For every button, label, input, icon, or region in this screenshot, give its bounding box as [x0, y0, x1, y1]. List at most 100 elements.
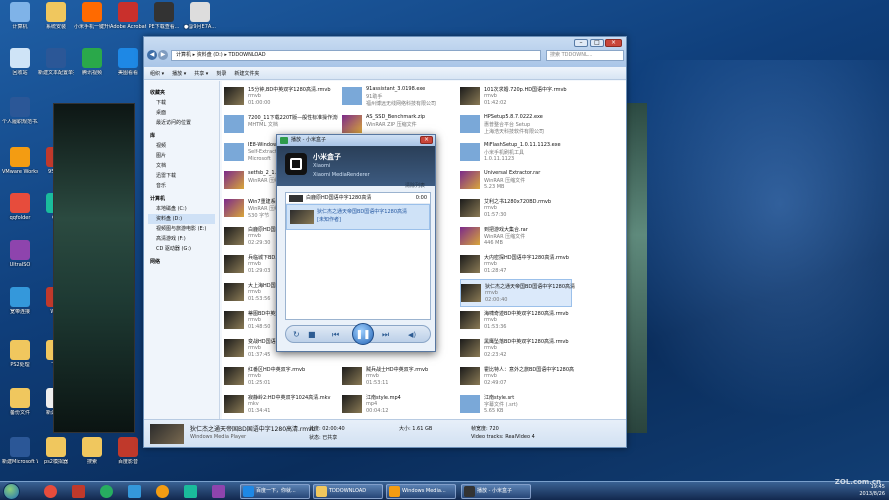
desktop-icon[interactable]: 新建Microsoft Word: [2, 437, 38, 465]
forward-button[interactable]: ▶: [158, 50, 168, 60]
desktop-icon[interactable]: 百度影音: [110, 437, 146, 465]
close-button[interactable]: ×: [605, 39, 622, 47]
nav-item[interactable]: 桌面: [148, 108, 215, 118]
file-item[interactable]: 贼兵战士HD中英双字.rmvb rmvb 01:53:11: [342, 363, 454, 391]
address-segment-drive[interactable]: 资料盘 (D:): [197, 52, 223, 58]
nav-group-header[interactable]: 计算机: [148, 194, 215, 204]
task-app-icon: [464, 486, 475, 497]
search-input[interactable]: 搜索 TDDOWNL...: [546, 50, 624, 61]
desktop-icon[interactable]: Adobe Acrobat...: [110, 2, 146, 30]
desktop-icon[interactable]: 宽带连接: [2, 287, 38, 315]
minimize-button[interactable]: –: [574, 39, 588, 47]
desktop-icon[interactable]: UltraISO: [2, 240, 38, 268]
address-segment-computer[interactable]: 计算机: [176, 52, 191, 58]
stop-icon[interactable]: ■: [308, 330, 316, 340]
media-player-icon[interactable]: [156, 485, 169, 498]
nav-item[interactable]: 视频图与旅游电影 (E:): [148, 224, 215, 234]
nav-item[interactable]: 文档: [148, 161, 215, 171]
taskbar-task[interactable]: Windows Media...: [386, 484, 456, 499]
app-icon[interactable]: [212, 485, 225, 498]
taskbar-task[interactable]: 百度一下，你就...: [240, 484, 310, 499]
nav-item[interactable]: 音乐: [148, 181, 215, 191]
nav-item[interactable]: 迅雷下载: [148, 171, 215, 181]
nav-item[interactable]: CD 驱动器 (G:): [148, 244, 215, 254]
file-item[interactable]: 霍比特人：意外之旅BD国语中字1280高清无水印.rmvbrmvb02:49:0…: [460, 363, 574, 391]
nav-item[interactable]: 本地磁盘 (C:): [148, 204, 215, 214]
system-clock[interactable]: 19:45 2013/8/26: [859, 484, 885, 498]
file-item[interactable]: 101次求婚.720p.HD国语中字.rmvb rmvb 01:42:02: [460, 83, 572, 111]
nav-item[interactable]: 视频: [148, 141, 215, 151]
desktop-icon-label: ●@9月E7A...: [184, 24, 216, 30]
explorer-icon[interactable]: [128, 485, 141, 498]
ie-icon[interactable]: [100, 485, 113, 498]
file-item[interactable]: 寂静岭2:HD中英双字1024高清.mkv mkv 01:34:41: [224, 391, 336, 419]
nav-group-header[interactable]: 库: [148, 131, 215, 141]
desktop-icon[interactable]: 个人履职规范书.doc: [2, 97, 38, 125]
file-item[interactable]: 江南style.mp4 mp4 00:04:12: [342, 391, 454, 419]
desktop-icon[interactable]: PS2处理: [2, 340, 38, 368]
taskbar-task[interactable]: 播放 - 小米盒子: [461, 484, 531, 499]
file-item[interactable]: 红番区HD中英双字.rmvb rmvb 01:25:01: [224, 363, 336, 391]
nav-group-header[interactable]: 收藏夹: [148, 88, 215, 98]
address-bar[interactable]: 计算机 ▸ 资料盘 (D:) ▸ TDDOWNLOAD: [171, 50, 541, 61]
file-item[interactable]: 艾利之书1280x720BD.rmvb rmvb 01:57:30: [460, 195, 572, 223]
desktop-icon[interactable]: VMware Workstation: [2, 147, 38, 175]
media-player-window[interactable]: [53, 103, 135, 433]
desktop-icon[interactable]: 备份文件: [2, 388, 38, 416]
nav-item[interactable]: 高清游戏 (F:): [148, 234, 215, 244]
playlist-item[interactable]: 白鹿原HD国语中字1280高清 0:00: [286, 193, 430, 204]
next-icon[interactable]: ⏭: [382, 330, 389, 340]
desktop-icon[interactable]: 回收站: [2, 48, 38, 76]
organize-button[interactable]: 组织 ▾: [150, 70, 164, 77]
file-item[interactable]: MiFlashSetup_1.0.11.1123.exe 小米手机刷机工具 1.0.…: [460, 139, 572, 167]
file-item[interactable]: 黑鹰坠落BD中英双字1280高清.rmvb rmvb 02:23:42: [460, 335, 572, 363]
taskbar-task[interactable]: TDDOWNLOAD: [313, 484, 383, 499]
playlist-item-title: 狄仁杰之通天帝国BD国语中字1280高清: [317, 209, 408, 215]
nav-group-header[interactable]: 网络: [148, 257, 215, 267]
desktop-icon[interactable]: qqfolder: [2, 193, 38, 221]
desktop-icon-label: 备份文件: [9, 410, 30, 416]
repeat-icon[interactable]: ↻: [293, 330, 300, 340]
new-folder-button[interactable]: 新建文件夹: [234, 70, 259, 77]
file-item[interactable]: Universal Extractor.rar WinRAR 压缩文件 5.23 M…: [460, 167, 572, 195]
desktop-icon[interactable]: 计算机: [2, 2, 38, 30]
desktop-icon[interactable]: 美图看看: [110, 48, 146, 76]
start-button[interactable]: [3, 483, 20, 500]
browser-icon[interactable]: [72, 485, 85, 498]
app-icon[interactable]: [184, 485, 197, 498]
qq-icon[interactable]: [44, 485, 57, 498]
file-item[interactable]: 江南style.srt 字幕文件 (.srt) 5.65 KB: [460, 391, 572, 419]
desktop-icon[interactable]: ps2模拟器: [38, 437, 74, 465]
nav-item[interactable]: 下载: [148, 98, 215, 108]
nav-item[interactable]: 最近访问的位置: [148, 118, 215, 128]
desktop-icon[interactable]: 小米手机一键升级: [74, 2, 110, 30]
file-item[interactable]: 海啸奇迹BD中英双字1280高清.rmvb rmvb 01:53:36: [460, 307, 572, 335]
file-item[interactable]: 15分钟,BD中英双字1280高清.rmvb rmvb 01:00:00: [224, 83, 336, 111]
file-item[interactable]: 狄仁杰之通天帝国BD国语中字1280高清.rmvbrmvb02:00:40: [460, 279, 575, 307]
desktop-icon[interactable]: 腾讯视频: [74, 48, 110, 76]
share-button[interactable]: 共享 ▾: [194, 70, 208, 77]
desktop-icon[interactable]: ●@9月E7A...: [182, 2, 218, 30]
playlist-item-selected[interactable]: 狄仁杰之通天帝国BD国语中字1280高清 [未知作者]: [286, 204, 430, 230]
desktop-icon-label: 计算机: [12, 24, 28, 30]
desktop-icon[interactable]: 搜索: [74, 437, 110, 465]
volume-icon[interactable]: ◀): [408, 330, 416, 340]
nav-item[interactable]: 图片: [148, 151, 215, 161]
play-button[interactable]: 播放 ▾: [172, 70, 186, 77]
burn-button[interactable]: 刻录: [216, 70, 226, 77]
file-item[interactable]: 91assistant_3.0198.exe 91助手 福州博远无线网络科技有限公司: [342, 83, 454, 111]
back-button[interactable]: ◀: [147, 50, 157, 60]
maximize-button[interactable]: □: [590, 39, 604, 47]
previous-icon[interactable]: ⏮: [332, 330, 339, 340]
clear-list-link[interactable]: 清除列表: [405, 182, 425, 189]
file-item[interactable]: 到把游戏大集合.rar WinRAR 压缩文件 446 MB: [460, 223, 572, 251]
desktop-icon[interactable]: 新建文本配置单打印.doc: [38, 48, 74, 76]
desktop-icon[interactable]: PE下载查看...: [146, 2, 182, 30]
file-item[interactable]: 大内密探HD国语中字1280高清.rmvb rmvb 01:28:47: [460, 251, 572, 279]
address-segment-folder[interactable]: TDDOWNLOAD: [228, 52, 265, 58]
dialog-close-button[interactable]: ×: [420, 136, 433, 144]
pause-button[interactable]: ❚❚: [352, 323, 374, 345]
nav-item[interactable]: 资料盘 (D:): [148, 214, 215, 224]
file-item[interactable]: HPSetup5.8.7.0222.exe 惠普整合平台 Setup 上海浩天科技软…: [460, 111, 572, 139]
desktop-icon[interactable]: 系统安装: [38, 2, 74, 30]
